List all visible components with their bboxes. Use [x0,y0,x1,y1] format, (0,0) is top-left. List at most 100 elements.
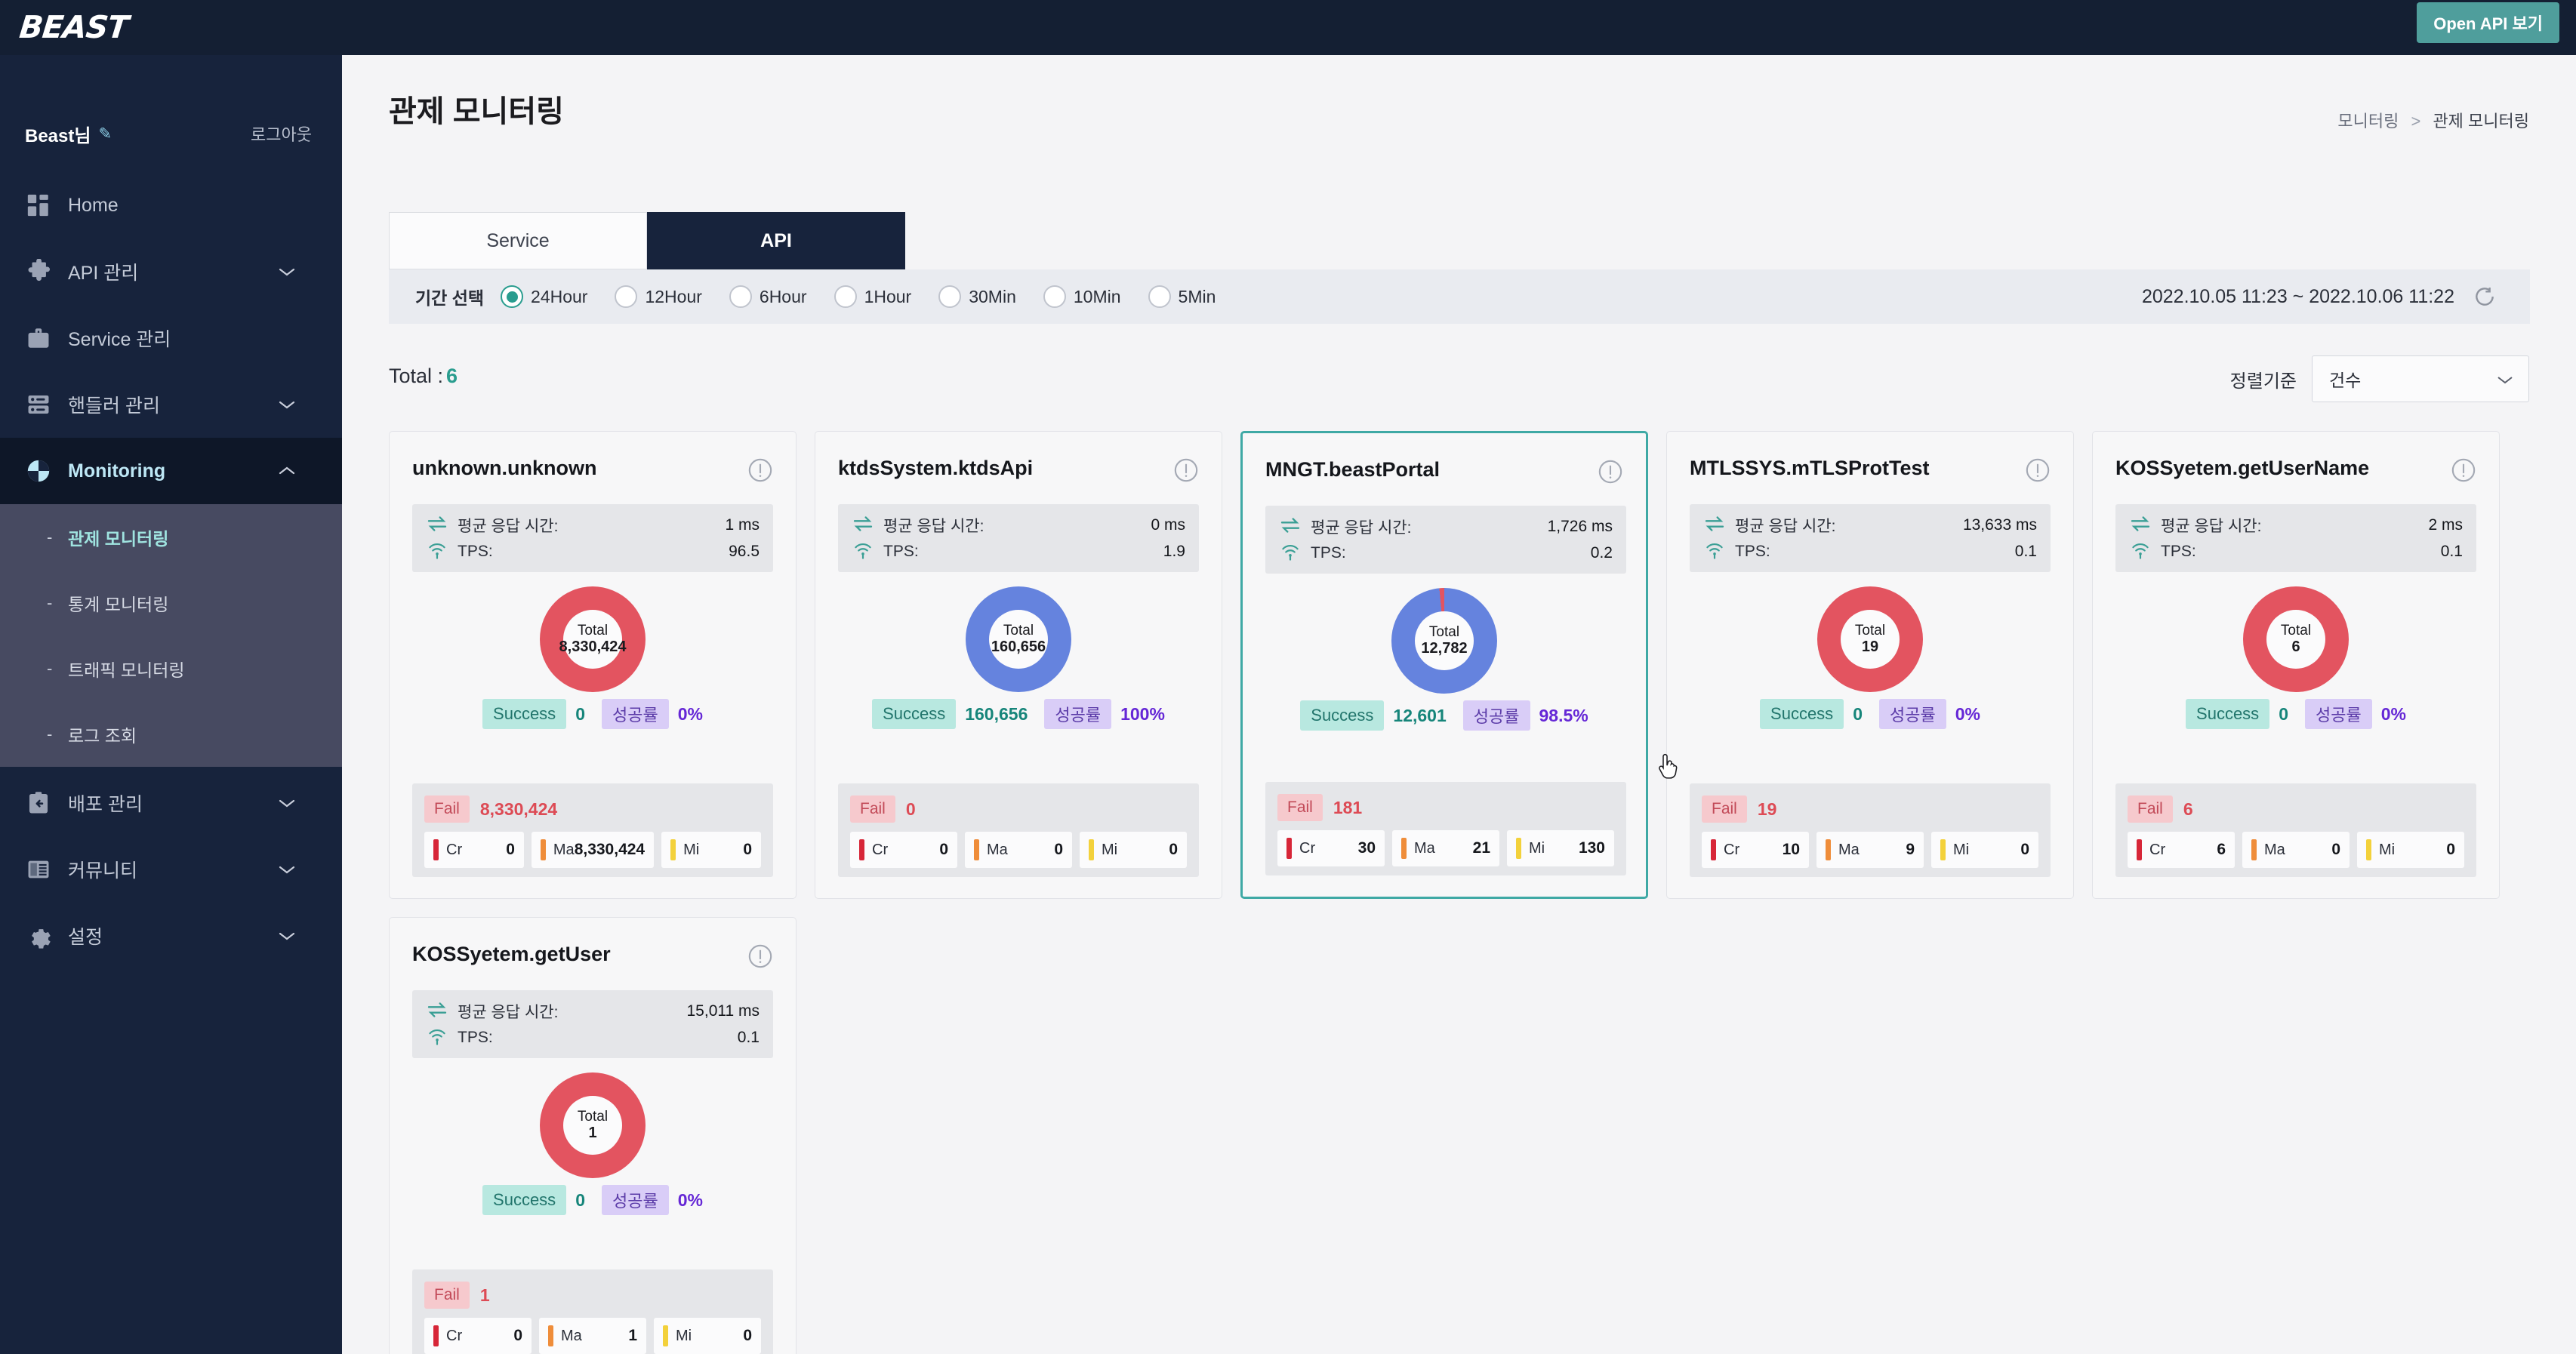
minor-value: 0 [2446,841,2455,858]
card-title: KOSSyetem.getUserName [2115,456,2370,479]
api-card[interactable]: MNGT.beastPortal 평균 응답 시간: 1,726 ms TPS:… [1240,431,1648,899]
api-card[interactable]: ktdsSystem.ktdsApi 평균 응답 시간: 0 ms TPS: 1… [815,431,1222,899]
minor-label: Mi [2379,841,2396,858]
api-card[interactable]: MTLSSYS.mTLSProtTest 평균 응답 시간: 13,633 ms… [1666,431,2074,899]
tps-row: TPS: 0.1 [1703,538,2037,565]
minor-label: Mi [1529,839,1545,857]
sort-select[interactable]: 건수 [2312,355,2529,402]
tps-row: TPS: 0.1 [2129,538,2463,565]
exchange-arrows-icon [852,515,874,535]
tab-api[interactable]: API [647,212,905,269]
api-card[interactable]: unknown.unknown 평균 응답 시간: 1 ms TPS: 96.5 [389,431,797,899]
edit-pencil-icon[interactable]: ✎ [98,126,112,142]
sidebar-item-설정[interactable]: 설정 [0,903,342,969]
tps-value: 1.9 [1163,542,1185,560]
success-value: 0 [575,1189,585,1210]
submenu-item-0[interactable]: - 관제 모니터링 [0,504,342,570]
severity-minor: Mi 130 [1507,830,1614,866]
major-label: Ma [987,841,1008,858]
critical-value: 10 [1782,841,1800,858]
success-rate-value: 100% [1120,703,1165,724]
card-stats: 평균 응답 시간: 15,011 ms TPS: 0.1 [412,990,773,1058]
tab-bar: Service API [389,212,905,269]
sidebar-item-home[interactable]: Home [0,172,342,238]
card-stats: 평균 응답 시간: 1,726 ms TPS: 0.2 [1265,506,1626,574]
severity-minor: Mi 0 [1931,832,2038,868]
success-rate-chip: 성공률 [1462,700,1530,731]
sidebar-item-label: API 관리 [68,263,139,284]
submenu-item-3[interactable]: - 로그 조회 [0,701,342,767]
period-option-30min[interactable]: 30Min [938,285,1016,308]
period-option-5min[interactable]: 5Min [1148,285,1216,308]
sidebar-item-배포-관리[interactable]: 배포 관리 [0,770,342,836]
chevron-down-icon[interactable] [279,799,295,808]
chevron-down-icon[interactable] [279,865,295,874]
fail-value: 181 [1333,797,1363,817]
logout-link[interactable]: 로그아웃 [251,122,312,146]
api-card[interactable]: KOSSyetem.getUser 평균 응답 시간: 15,011 ms TP… [389,917,797,1354]
period-option-12hour[interactable]: 12Hour [615,285,702,308]
critical-value: 0 [506,841,515,858]
success-rate-value: 0% [2380,703,2406,724]
fail-chip: Fail [1702,795,1747,823]
severity-major: Ma 8,330,424 [531,832,655,868]
donut-chart: Total 160,656 [966,586,1071,692]
breadcrumb-parent[interactable]: 모니터링 [2337,112,2399,131]
card-header: KOSSyetem.getUser [390,918,796,990]
success-value: 0 [575,703,585,724]
donut-total-value: 8,330,424 [559,639,627,656]
fail-value: 1 [479,1285,490,1305]
severity-row: Cr 0 Ma 8,330,424 Mi 0 [424,832,762,868]
chevron-down-icon[interactable] [279,267,295,276]
donut-chart: Total 19 [1817,586,1923,692]
major-label: Ma [2264,841,2285,858]
chevron-down-icon[interactable] [279,931,295,940]
tps-value: 96.5 [729,542,760,560]
info-icon[interactable] [747,457,773,483]
sidebar-item-커뮤니티[interactable]: 커뮤니티 [0,836,342,903]
sidebar-item-monitoring[interactable]: Monitoring [0,438,342,504]
sidebar-item-api-관리[interactable]: API 관리 [0,238,342,305]
period-option-10min[interactable]: 10Min [1043,285,1121,308]
severity-critical: Cr 0 [424,832,524,868]
submenu-item-1[interactable]: - 통계 모니터링 [0,570,342,635]
period-option-1hour[interactable]: 1Hour [834,285,911,308]
info-icon[interactable] [2451,457,2476,483]
open-api-button[interactable]: Open API 보기 [2417,2,2559,43]
sidebar-item-핸들러-관리[interactable]: 핸들러 관리 [0,371,342,438]
fail-header: Fail 6 [2128,794,2464,824]
critical-label: Cr [872,841,889,858]
period-option-24hour[interactable]: 24Hour [501,285,587,308]
info-icon[interactable] [1598,459,1623,485]
sidebar-item-label: 설정 [68,927,103,948]
submenu-item-2[interactable]: - 트래픽 모니터링 [0,635,342,701]
card-stats: 평균 응답 시간: 1 ms TPS: 96.5 [412,504,773,572]
fail-value: 19 [1757,799,1777,819]
period-filter-bar: 기간 선택 24Hour 12Hour 6Hour 1Hour 30Min 10… [389,269,2530,324]
breadcrumb-separator: > [2411,112,2421,131]
donut-total-label: Total [2280,622,2312,639]
info-icon[interactable] [2025,457,2051,483]
success-row: Success 0 성공률 0% [390,1183,796,1217]
tps-value: 0.1 [737,1028,760,1046]
info-icon[interactable] [1173,457,1199,483]
major-label: Ma [1838,841,1860,858]
sidebar-nav-bottom: 배포 관리 커뮤니티 설정 [0,770,342,969]
api-card[interactable]: KOSSyetem.getUserName 평균 응답 시간: 2 ms TPS… [2092,431,2500,899]
beast-logo: BEAST [17,9,131,45]
info-icon[interactable] [747,943,773,969]
sidebar-item-service-관리[interactable]: Service 관리 [0,305,342,371]
donut-total-label: Total [1003,622,1034,639]
period-option-6hour[interactable]: 6Hour [729,285,807,308]
success-rate-value: 0% [677,703,703,724]
card-stats: 평균 응답 시간: 13,633 ms TPS: 0.1 [1690,504,2051,572]
chevron-down-icon[interactable] [279,400,295,409]
success-row: Success 0 성공률 0% [1667,697,2073,731]
severity-row: Cr 10 Ma 9 Mi 0 [1702,832,2038,868]
chevron-up-icon[interactable] [279,466,295,475]
avg-response-value: 13,633 ms [1962,515,2037,534]
severity-critical: Cr 0 [850,832,957,868]
refresh-icon[interactable] [2473,285,2497,309]
donut-total-value: 6 [2291,639,2300,656]
tab-service[interactable]: Service [389,212,647,269]
